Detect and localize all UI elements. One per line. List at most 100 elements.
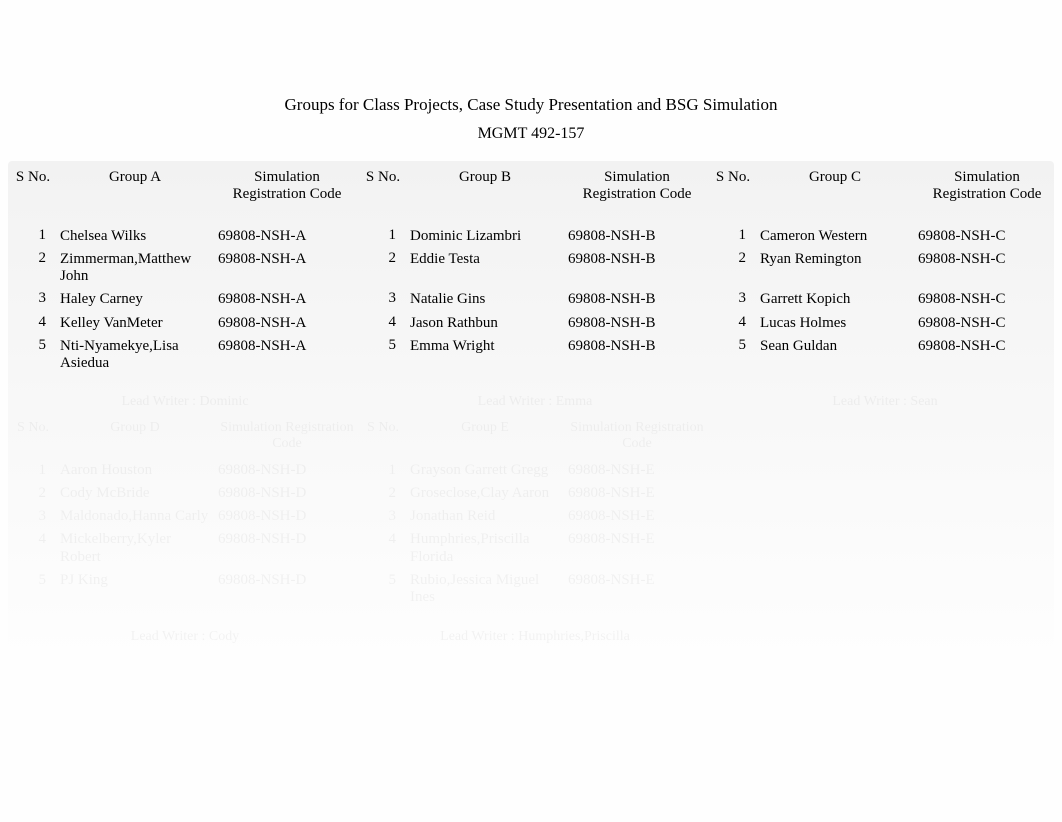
cell-code: 69808-NSH-C bbox=[914, 224, 1060, 247]
cell-name: Jason Rathbun bbox=[406, 311, 564, 334]
cell-sno: 2 bbox=[710, 247, 756, 288]
cell-code: 69808-NSH-C bbox=[914, 287, 1060, 310]
cell-sno: 3 bbox=[360, 287, 406, 310]
ghost-cell: Grayson Garrett Gregg bbox=[406, 459, 564, 482]
cell-name: Cameron Western bbox=[756, 224, 914, 247]
ghost-cell: Cody McBride bbox=[56, 482, 214, 505]
ghost-cell: 1 bbox=[10, 459, 56, 482]
cell-name: Eddie Testa bbox=[406, 247, 564, 288]
ghost-cell: 4 bbox=[10, 528, 56, 569]
cell-sno: 3 bbox=[10, 287, 56, 310]
cell-code: 69808-NSH-A bbox=[214, 247, 360, 288]
page-title: Groups for Class Projects, Case Study Pr… bbox=[0, 95, 1062, 115]
ghost-cell: Groseclose,Clay Aaron bbox=[406, 482, 564, 505]
cell-sno: 2 bbox=[360, 247, 406, 288]
cell-name: Emma Wright bbox=[406, 334, 564, 375]
table-row: 1 Chelsea Wilks 69808-NSH-A 1 Dominic Li… bbox=[10, 224, 1060, 247]
ghost-section: Lead Writer : Dominic Lead Writer : Emma… bbox=[10, 388, 1060, 649]
ghost-cell: Jonathan Reid bbox=[406, 505, 564, 528]
cell-code: 69808-NSH-B bbox=[564, 287, 710, 310]
cell-sno: 5 bbox=[710, 334, 756, 375]
ghost-cell: Mickelberry,Kyler Robert bbox=[56, 528, 214, 569]
table-header-row: S No. Group A Simulation Registration Co… bbox=[10, 163, 1060, 210]
ghost-header-group-d: Group D bbox=[56, 414, 214, 458]
ghost-cell: Humphries,Priscilla Florida bbox=[406, 528, 564, 569]
cell-code: 69808-NSH-A bbox=[214, 334, 360, 375]
cell-code: 69808-NSH-B bbox=[564, 224, 710, 247]
cell-name: Ryan Remington bbox=[756, 247, 914, 288]
header-sno-a: S No. bbox=[10, 163, 56, 210]
header-code-c: Simulation Registration Code bbox=[914, 163, 1060, 210]
cell-code: 69808-NSH-B bbox=[564, 311, 710, 334]
cell-sno: 1 bbox=[710, 224, 756, 247]
ghost-leader-a: Lead Writer : Dominic bbox=[10, 388, 360, 414]
cell-name: Nti-Nyamekye,Lisa Asiedua bbox=[56, 334, 214, 375]
ghost-cell: Aaron Houston bbox=[56, 459, 214, 482]
ghost-cell: 5 bbox=[360, 569, 406, 610]
cell-sno: 3 bbox=[710, 287, 756, 310]
ghost-cell: 5 bbox=[10, 569, 56, 610]
cell-sno: 5 bbox=[10, 334, 56, 375]
ghost-cell: Rubio,Jessica Miguel Ines bbox=[406, 569, 564, 610]
cell-sno: 4 bbox=[10, 311, 56, 334]
cell-code: 69808-NSH-B bbox=[564, 334, 710, 375]
cell-name: Natalie Gins bbox=[406, 287, 564, 310]
ghost-cell: PJ King bbox=[56, 569, 214, 610]
cell-sno: 1 bbox=[360, 224, 406, 247]
cell-code: 69808-NSH-A bbox=[214, 287, 360, 310]
cell-code: 69808-NSH-B bbox=[564, 247, 710, 288]
ghost-cell: 4 bbox=[360, 528, 406, 569]
ghost-cell: 69808-NSH-E bbox=[564, 528, 710, 569]
ghost-cell: 69808-NSH-E bbox=[564, 482, 710, 505]
page-subtitle: MGMT 492-157 bbox=[0, 125, 1062, 143]
ghost-leader-e: Lead Writer : Humphries,Priscilla bbox=[360, 623, 710, 649]
cell-name: Lucas Holmes bbox=[756, 311, 914, 334]
cell-sno: 4 bbox=[360, 311, 406, 334]
ghost-leader-c: Lead Writer : Sean bbox=[710, 388, 1060, 414]
ghost-header-code-d: Simulation Registration Code bbox=[214, 414, 360, 458]
cell-code: 69808-NSH-A bbox=[214, 224, 360, 247]
cell-name: Kelley VanMeter bbox=[56, 311, 214, 334]
ghost-leader-b: Lead Writer : Emma bbox=[360, 388, 710, 414]
ghost-header-code-e: Simulation Registration Code bbox=[564, 414, 710, 458]
cell-name: Dominic Lizambri bbox=[406, 224, 564, 247]
ghost-cell: 2 bbox=[10, 482, 56, 505]
table-row: 4 Kelley VanMeter 69808-NSH-A 4 Jason Ra… bbox=[10, 311, 1060, 334]
header-code-a: Simulation Registration Code bbox=[214, 163, 360, 210]
header-sno-c: S No. bbox=[710, 163, 756, 210]
groups-table-container: S No. Group A Simulation Registration Co… bbox=[8, 161, 1054, 651]
ghost-cell: 69808-NSH-E bbox=[564, 459, 710, 482]
cell-sno: 2 bbox=[10, 247, 56, 288]
groups-table: S No. Group A Simulation Registration Co… bbox=[10, 163, 1060, 649]
ghost-cell: 1 bbox=[360, 459, 406, 482]
ghost-cell: Maldonado,Hanna Carly bbox=[56, 505, 214, 528]
ghost-cell: 69808-NSH-D bbox=[214, 459, 360, 482]
cell-name: Haley Carney bbox=[56, 287, 214, 310]
ghost-cell: 2 bbox=[360, 482, 406, 505]
ghost-cell: 69808-NSH-D bbox=[214, 482, 360, 505]
ghost-cell: 69808-NSH-D bbox=[214, 569, 360, 610]
ghost-cell: 69808-NSH-D bbox=[214, 505, 360, 528]
cell-code: 69808-NSH-A bbox=[214, 311, 360, 334]
header-group-b: Group B bbox=[406, 163, 564, 210]
table-row: 3 Haley Carney 69808-NSH-A 3 Natalie Gin… bbox=[10, 287, 1060, 310]
ghost-leader-d: Lead Writer : Cody bbox=[10, 623, 360, 649]
cell-code: 69808-NSH-C bbox=[914, 311, 1060, 334]
ghost-header-group-e: Group E bbox=[406, 414, 564, 458]
header-code-b: Simulation Registration Code bbox=[564, 163, 710, 210]
ghost-cell: 69808-NSH-E bbox=[564, 569, 710, 610]
cell-code: 69808-NSH-C bbox=[914, 247, 1060, 288]
ghost-cell: 3 bbox=[360, 505, 406, 528]
cell-code: 69808-NSH-C bbox=[914, 334, 1060, 375]
ghost-cell: 69808-NSH-D bbox=[214, 528, 360, 569]
header-sno-b: S No. bbox=[360, 163, 406, 210]
cell-name: Zimmerman,Matthew John bbox=[56, 247, 214, 288]
header-group-a: Group A bbox=[56, 163, 214, 210]
cell-name: Sean Guldan bbox=[756, 334, 914, 375]
cell-sno: 4 bbox=[710, 311, 756, 334]
ghost-cell: 69808-NSH-E bbox=[564, 505, 710, 528]
ghost-header-sno-e: S No. bbox=[360, 414, 406, 458]
ghost-header-sno-d: S No. bbox=[10, 414, 56, 458]
cell-sno: 1 bbox=[10, 224, 56, 247]
cell-name: Garrett Kopich bbox=[756, 287, 914, 310]
